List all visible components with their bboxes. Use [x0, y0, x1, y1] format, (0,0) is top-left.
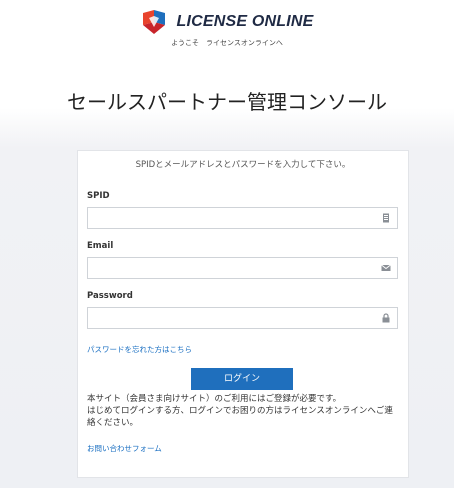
login-button[interactable]: ログイン: [191, 368, 293, 390]
contact-form-link[interactable]: お問い合わせフォーム: [87, 444, 162, 454]
form-instructions: SPIDとメールアドレスとパスワードを入力して下さい。: [135, 160, 351, 170]
email-label: Email: [87, 241, 114, 251]
spid-label: SPID: [87, 191, 110, 201]
notice-line-2: はじめてログインする方、ログインでお困りの方はライセンスオンラインへご連絡くださ…: [87, 406, 393, 428]
login-card: SPIDとメールアドレスとパスワードを入力して下さい。 SPID Email P…: [77, 150, 409, 478]
license-online-logo-icon: [143, 10, 166, 34]
page-title: セールスパートナー管理コンソール: [67, 90, 387, 114]
welcome-text: ようこそ ライセンスオンラインへ: [171, 39, 283, 47]
password-label: Password: [87, 291, 133, 301]
spid-input[interactable]: [88, 211, 370, 231]
registration-notice: 本サイト（会員さま向けサイト）のご利用にはご登録が必要です。 はじめてログインす…: [87, 393, 399, 429]
password-input[interactable]: [88, 311, 370, 331]
id-card-icon: [383, 213, 389, 223]
spid-field: [87, 207, 398, 231]
notice-line-1: 本サイト（会員さま向けサイト）のご利用にはご登録が必要です。: [87, 394, 342, 404]
site-header: LICENSE ONLINE ようこそ ライセンスオンラインへ: [0, 8, 454, 49]
lock-icon: [382, 313, 390, 323]
email-input[interactable]: [88, 261, 370, 281]
password-field: [87, 307, 398, 331]
envelope-icon: [381, 264, 391, 271]
forgot-password-link[interactable]: パスワードを忘れた方はこちら: [87, 345, 192, 355]
email-field: [87, 257, 398, 281]
login-page: LICENSE ONLINE ようこそ ライセンスオンラインへ セールスパートナ…: [0, 0, 454, 488]
brand-logo: LICENSE ONLINE: [0, 8, 454, 36]
brand-name: LICENSE ONLINE: [176, 13, 314, 30]
